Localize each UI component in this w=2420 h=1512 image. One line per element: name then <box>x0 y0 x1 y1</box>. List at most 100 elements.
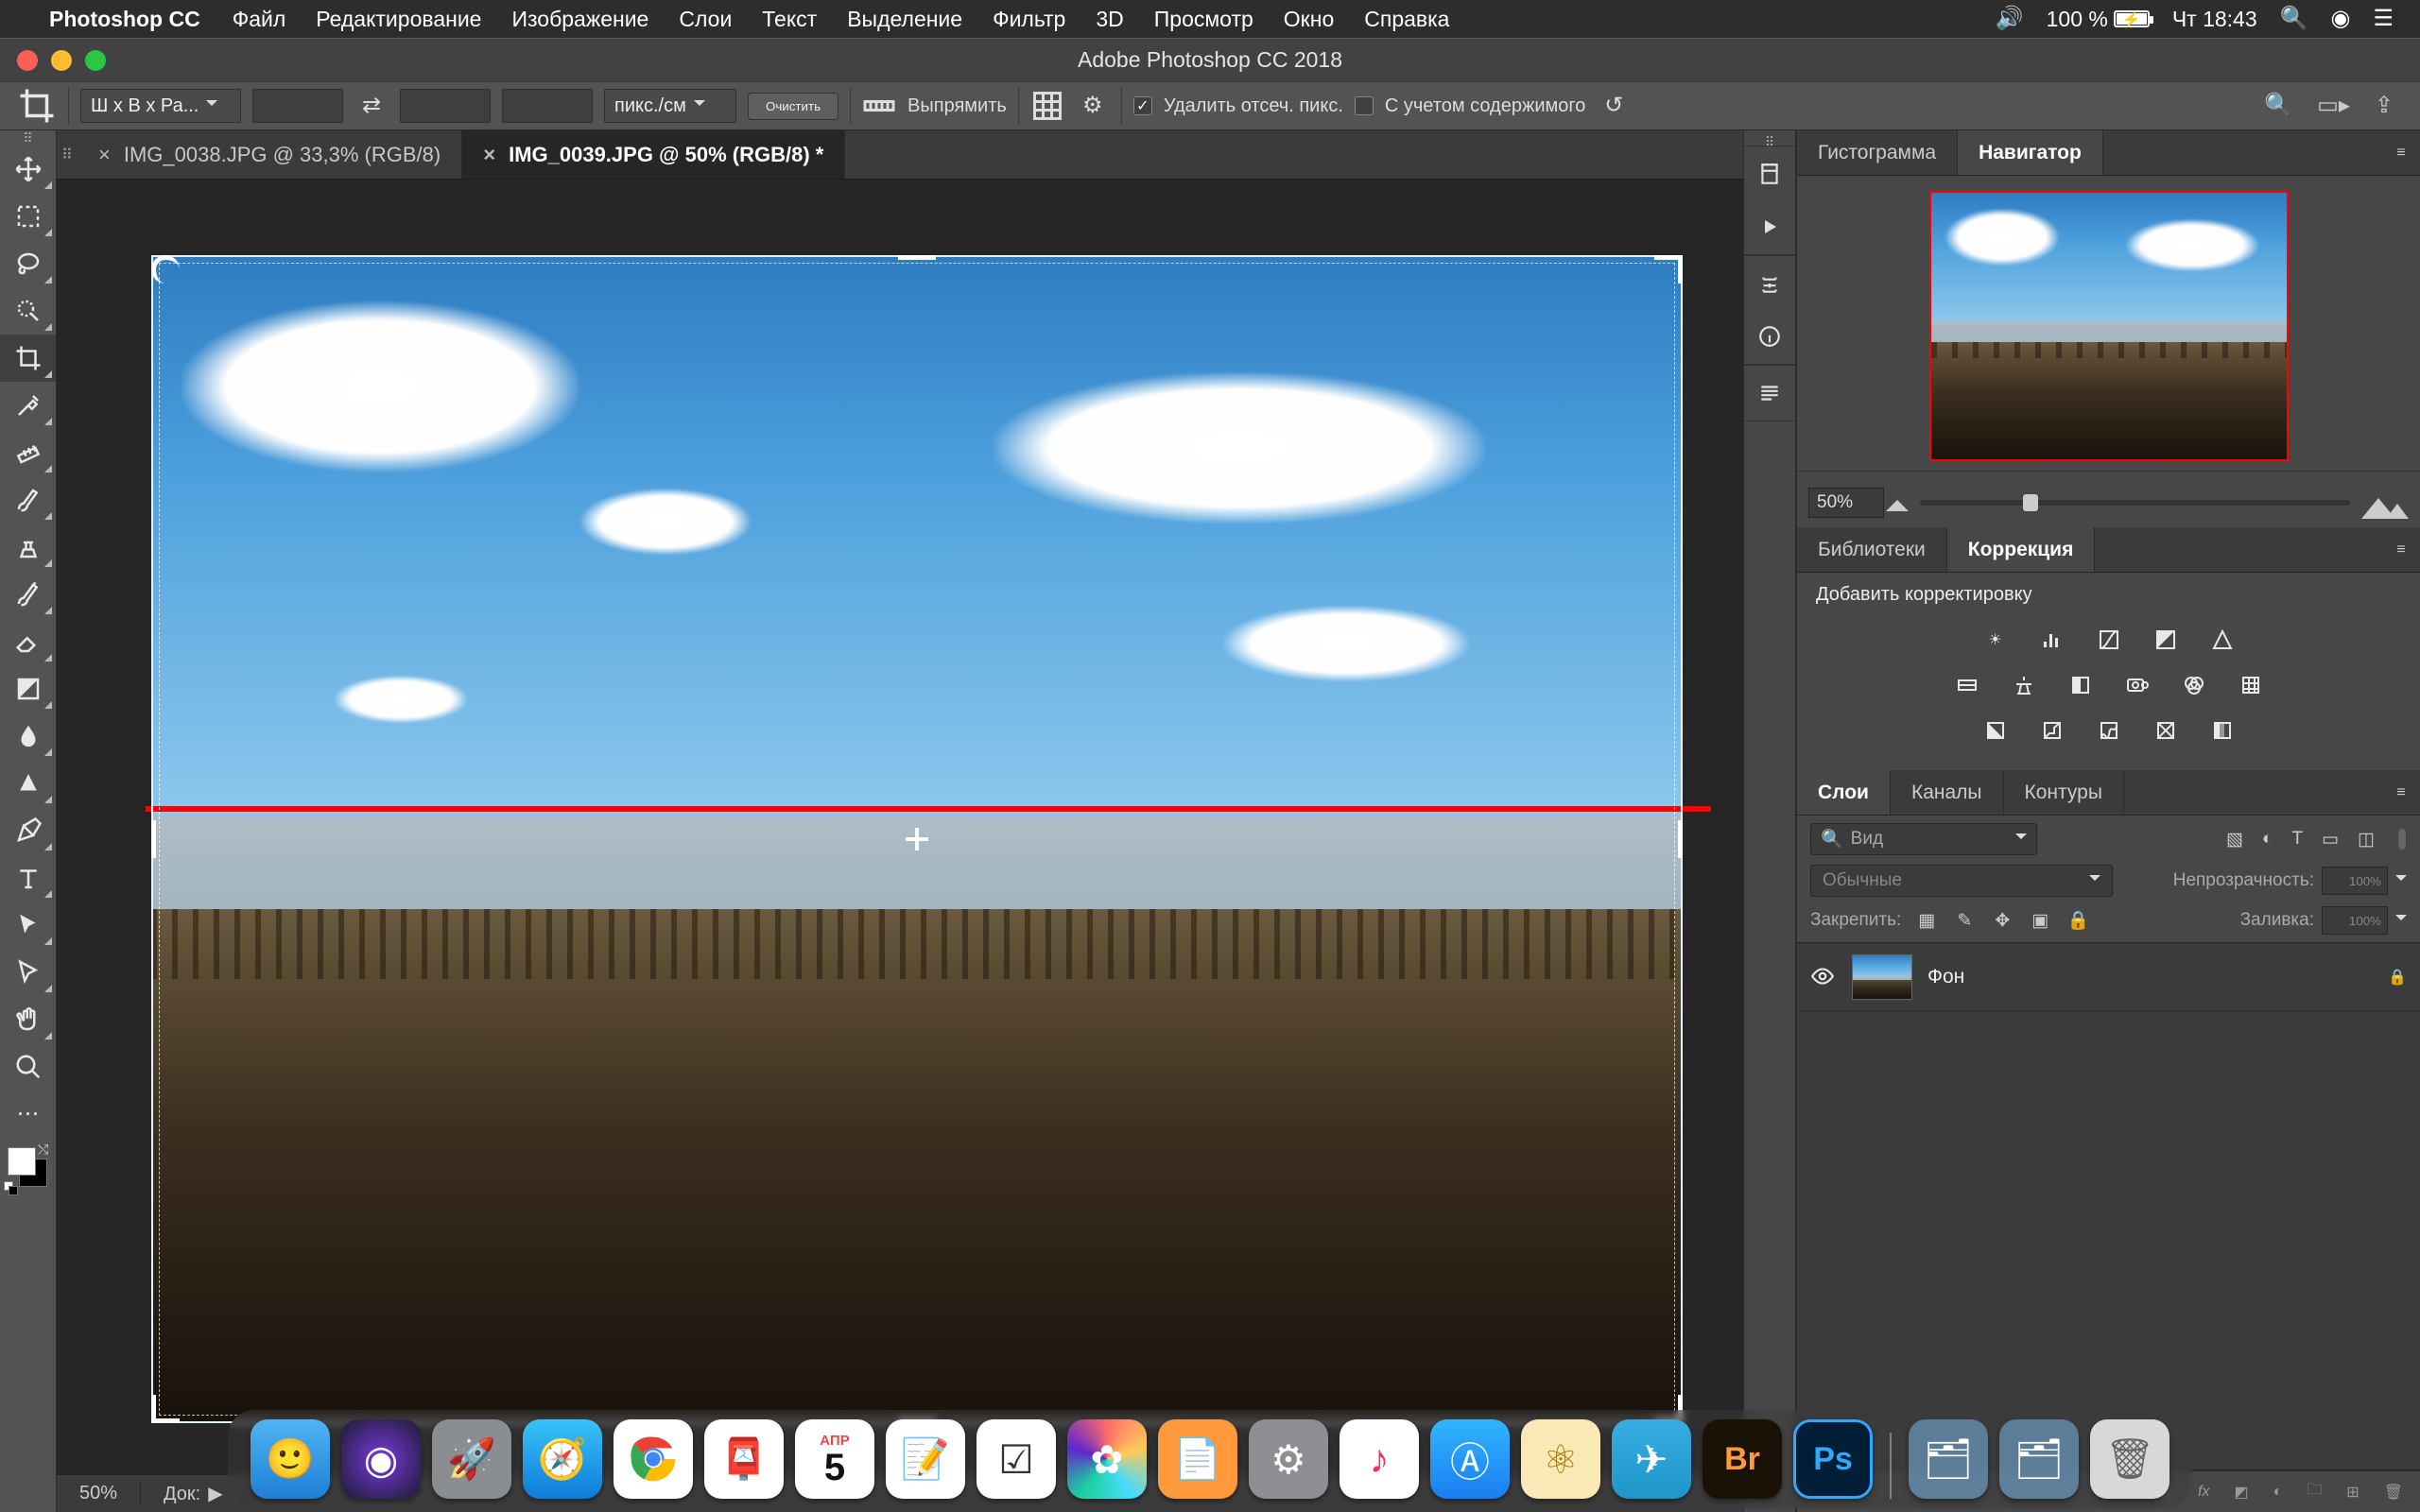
delete-cropped-checkbox[interactable] <box>1133 96 1152 115</box>
foreground-color-swatch[interactable] <box>8 1147 36 1176</box>
healing-brush-tool[interactable] <box>0 429 56 476</box>
default-colors-icon[interactable] <box>4 1181 19 1196</box>
layer-style-icon[interactable]: fx <box>2198 1484 2209 1501</box>
paragraph-panel-icon[interactable] <box>1752 375 1788 411</box>
filter-smart-icon[interactable]: ◫ <box>2358 829 2375 850</box>
tab-histogram[interactable]: Гистограмма <box>1797 130 1958 175</box>
share-icon[interactable]: ⇪ <box>2375 94 2394 117</box>
close-tab-icon[interactable]: × <box>483 143 495 167</box>
filter-toggle[interactable] <box>2397 828 2407 850</box>
menu-select[interactable]: Выделение <box>832 7 977 32</box>
lock-artboard-icon[interactable]: ▣ <box>2028 908 2052 933</box>
crop-handle-tl[interactable] <box>151 255 180 284</box>
menu-window[interactable]: Окно <box>1269 7 1349 32</box>
tab-grip[interactable]: ⠿ <box>57 130 78 179</box>
crop-handle-top[interactable] <box>898 255 936 284</box>
tab-libraries[interactable]: Библиотеки <box>1797 527 1947 572</box>
zoom-in-mountain-icon[interactable] <box>2361 481 2409 524</box>
brush-tool[interactable] <box>0 476 56 524</box>
dock-calendar[interactable]: АПР 5 <box>795 1419 874 1499</box>
lasso-tool[interactable] <box>0 240 56 287</box>
doc-info-menu-icon[interactable]: ▶ <box>208 1484 222 1504</box>
layer-thumbnail[interactable] <box>1852 954 1912 1000</box>
close-window-button[interactable] <box>17 50 38 71</box>
threshold-icon[interactable] <box>2091 715 2127 746</box>
dodge-tool[interactable] <box>0 760 56 807</box>
layer-lock-icon[interactable]: 🔒 <box>2388 968 2407 987</box>
lock-position-icon[interactable]: ✥ <box>1990 908 2014 933</box>
gradient-tool[interactable] <box>0 665 56 713</box>
new-layer-icon[interactable]: ⊞ <box>2346 1483 2359 1502</box>
notification-center-icon[interactable]: ☰ <box>2361 8 2405 30</box>
tab-navigator[interactable]: Навигатор <box>1958 130 2103 175</box>
blur-tool[interactable] <box>0 713 56 760</box>
crop-tool[interactable] <box>0 335 56 382</box>
menu-text[interactable]: Текст <box>747 7 832 32</box>
filter-pixel-icon[interactable]: ▧ <box>2226 829 2243 850</box>
dock-appstore[interactable]: Ⓐ <box>1430 1419 1510 1499</box>
filter-adjustment-icon[interactable]: ◐ <box>2262 829 2273 850</box>
battery-status[interactable]: 100 % ⚡ <box>2035 7 2161 32</box>
canvas-viewport[interactable] <box>57 180 1743 1474</box>
search-icon[interactable]: 🔍 <box>2264 94 2292 117</box>
dock-chrome[interactable] <box>614 1419 693 1499</box>
clock[interactable]: Чт 18:43 <box>2161 7 2269 32</box>
close-tab-icon[interactable]: × <box>98 143 111 167</box>
edit-toolbar-button[interactable]: ⋯ <box>0 1091 56 1138</box>
menu-3d[interactable]: 3D <box>1080 7 1138 32</box>
channel-mixer-icon[interactable] <box>2176 670 2212 700</box>
dock-mail[interactable]: 📮 <box>704 1419 784 1499</box>
dock-notes[interactable]: 📝 <box>886 1419 965 1499</box>
hue-sat-icon[interactable] <box>1949 670 1985 700</box>
crop-handle-tr[interactable] <box>1654 255 1683 284</box>
color-swatches[interactable]: ⤭ <box>0 1138 56 1204</box>
dock-downloads[interactable]: 🗂 <box>1909 1419 1988 1499</box>
zoom-window-button[interactable] <box>85 50 106 71</box>
history-brush-tool[interactable] <box>0 571 56 618</box>
swap-dimensions-icon[interactable]: ⇄ <box>354 89 389 123</box>
crop-ratio-preset-dropdown[interactable]: Ш x В x Ра... <box>80 89 241 123</box>
workspace-switcher-icon[interactable]: ▭▸ <box>2317 94 2350 117</box>
dock-finder[interactable]: 🙂 <box>251 1419 330 1499</box>
panel-menu-icon[interactable]: ≡ <box>2382 770 2420 815</box>
new-group-icon[interactable]: 🗀 <box>2307 1479 2322 1504</box>
crop-handle-right[interactable] <box>1654 820 1683 858</box>
toolbox-grip[interactable]: ⠿ <box>0 130 56 146</box>
crop-width-input[interactable] <box>252 89 343 123</box>
vibrance-icon[interactable] <box>2204 625 2240 655</box>
menu-file[interactable]: Файл <box>217 7 302 32</box>
crop-resolution-input[interactable] <box>502 89 593 123</box>
dock-telegram[interactable]: ✈ <box>1612 1419 1691 1499</box>
dock-siri[interactable]: ◉ <box>341 1419 421 1499</box>
siri-menubar-icon[interactable]: ◉ <box>2320 8 2362 30</box>
dock-preferences[interactable]: ⚙ <box>1249 1419 1328 1499</box>
menu-layers[interactable]: Слои <box>664 7 747 32</box>
crop-height-input[interactable] <box>400 89 491 123</box>
swap-colors-icon[interactable]: ⤭ <box>38 1142 48 1158</box>
dock-photos[interactable]: ✿ <box>1067 1419 1147 1499</box>
menu-image[interactable]: Изображение <box>496 7 664 32</box>
filter-type-icon[interactable]: T <box>2291 829 2303 850</box>
dock-safari[interactable]: 🧭 <box>523 1419 602 1499</box>
panel-grip[interactable]: ⠿ <box>1765 130 1774 146</box>
document-tab[interactable]: × IMG_0038.JPG @ 33,3% (RGB/8) <box>78 130 462 179</box>
quick-select-tool[interactable] <box>0 287 56 335</box>
new-adjustment-layer-icon[interactable]: ◐ <box>2273 1484 2283 1501</box>
gradient-map-icon[interactable] <box>2204 715 2240 746</box>
crop-marquee[interactable] <box>151 255 1683 1423</box>
curves-icon[interactable] <box>2091 625 2127 655</box>
layer-name[interactable]: Фон <box>1927 966 1964 988</box>
lock-transparency-icon[interactable]: ▦ <box>1914 908 1939 933</box>
dock-iwork[interactable]: 📄 <box>1158 1419 1237 1499</box>
volume-icon[interactable]: 🔊 <box>1984 8 2035 30</box>
clone-stamp-tool[interactable] <box>0 524 56 571</box>
tab-paths[interactable]: Контуры <box>2004 770 2124 815</box>
content-aware-checkbox[interactable] <box>1355 96 1374 115</box>
menu-view[interactable]: Просмотр <box>1139 7 1269 32</box>
color-balance-icon[interactable] <box>2006 670 2042 700</box>
lock-pixels-icon[interactable]: ✎ <box>1952 908 1977 933</box>
exposure-icon[interactable] <box>2148 625 2184 655</box>
document-tab[interactable]: × IMG_0039.JPG @ 50% (RGB/8) * <box>462 130 845 179</box>
panel-menu-icon[interactable]: ≡ <box>2382 527 2420 572</box>
dock-atom[interactable]: ⚛ <box>1521 1419 1600 1499</box>
